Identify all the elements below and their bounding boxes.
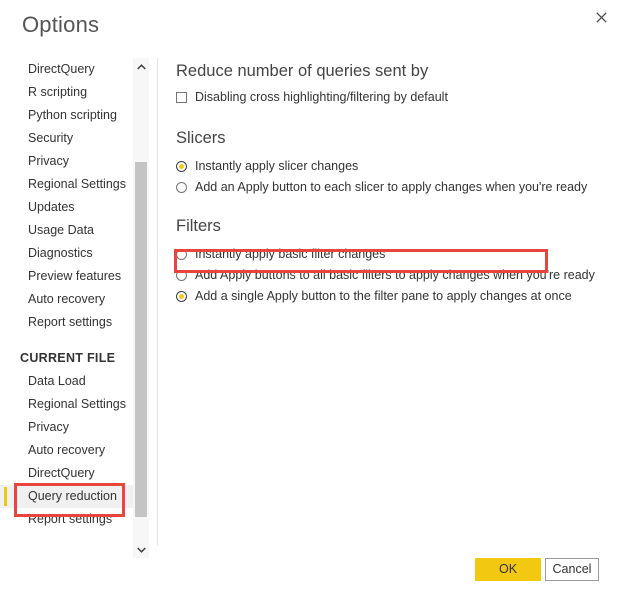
sidebar-item-updates[interactable]: Updates (0, 196, 133, 219)
sidebar-item-label: Auto recovery (28, 443, 106, 457)
radio-icon[interactable] (176, 160, 187, 172)
sidebar-item-regional-settings[interactable]: Regional Settings (0, 173, 133, 196)
sidebar-item-python-scripting[interactable]: Python scripting (0, 104, 133, 127)
sidebar-item-label: DirectQuery (28, 466, 95, 480)
sidebar-item-directquery[interactable]: DirectQuery (0, 58, 133, 81)
chevron-up-icon[interactable] (133, 58, 149, 75)
radio-filters-instantly-apply[interactable]: Instantly apply basic filter changes (176, 244, 606, 264)
sidebar-nav[interactable]: DirectQuery R scripting Python scripting… (0, 58, 133, 558)
cancel-button[interactable]: Cancel (545, 558, 599, 581)
sidebar-item-label: Usage Data (28, 223, 95, 237)
sidebar-item-label: Regional Settings (28, 177, 126, 191)
sidebar-item-label: Query reduction (28, 489, 117, 503)
scrollbar-thumb[interactable] (135, 162, 147, 517)
sidebar-item-data-load[interactable]: Data Load (0, 370, 133, 393)
section-heading-filters: Filters (176, 217, 221, 235)
checkbox-disable-cross-highlighting[interactable]: Disabling cross highlighting/filtering b… (176, 87, 606, 107)
checkbox-label: Disabling cross highlighting/filtering b… (195, 90, 448, 104)
options-content-pane: Reduce number of queries sent by Disabli… (176, 58, 606, 306)
sidebar-item-report-settings[interactable]: Report settings (0, 311, 133, 334)
sidebar-item-current-report-settings[interactable]: Report settings (0, 508, 133, 531)
section-heading-slicers: Slicers (176, 129, 226, 147)
sidebar-item-label: Diagnostics (28, 246, 93, 260)
sidebar-item-label: Data Load (28, 374, 86, 388)
sidebar-item-privacy[interactable]: Privacy (0, 150, 133, 173)
radio-label: Instantly apply slicer changes (195, 159, 359, 173)
radio-label: Add a single Apply button to the filter … (195, 289, 572, 303)
ok-button[interactable]: OK (475, 558, 541, 581)
sidebar-item-query-reduction[interactable]: Query reduction (0, 485, 133, 508)
page-title: Options (22, 12, 100, 37)
radio-filters-apply-buttons-all[interactable]: Add Apply buttons to all basic filters t… (176, 265, 606, 285)
sidebar-item-label: Regional Settings (28, 397, 126, 411)
sidebar-item-preview-features[interactable]: Preview features (0, 265, 133, 288)
radio-slicers-instantly-apply[interactable]: Instantly apply slicer changes (176, 156, 606, 176)
chevron-down-icon[interactable] (133, 541, 149, 558)
sidebar-item-label: R scripting (28, 85, 88, 99)
radio-filters-single-apply-button[interactable]: Add a single Apply button to the filter … (176, 286, 606, 306)
sidebar-item-auto-recovery[interactable]: Auto recovery (0, 288, 133, 311)
sidebar-item-security[interactable]: Security (0, 127, 133, 150)
radio-icon[interactable] (176, 290, 187, 302)
sidebar-item-current-auto-recovery[interactable]: Auto recovery (0, 439, 133, 462)
sidebar-item-label: Preview features (28, 269, 122, 283)
radio-label: Add Apply buttons to all basic filters t… (195, 268, 595, 282)
sidebar-item-label: Report settings (28, 315, 113, 329)
sidebar-item-label: Privacy (28, 420, 69, 434)
radio-slicers-apply-button[interactable]: Add an Apply button to each slicer to ap… (176, 177, 606, 197)
sidebar-item-label: Python scripting (28, 108, 117, 122)
sidebar-group-header-current-file: CURRENT FILE (20, 351, 116, 365)
radio-label: Instantly apply basic filter changes (195, 247, 386, 261)
pane-divider (157, 58, 158, 545)
radio-label: Add an Apply button to each slicer to ap… (195, 180, 588, 194)
sidebar-item-label: Auto recovery (28, 292, 106, 306)
checkbox-icon[interactable] (176, 91, 187, 103)
close-icon[interactable] (584, 2, 618, 32)
sidebar-item-usage-data[interactable]: Usage Data (0, 219, 133, 242)
radio-icon[interactable] (176, 248, 187, 260)
sidebar-item-diagnostics[interactable]: Diagnostics (0, 242, 133, 265)
section-heading-reduce-queries: Reduce number of queries sent by (176, 62, 429, 80)
sidebar-item-current-privacy[interactable]: Privacy (0, 416, 133, 439)
sidebar-item-current-regional-settings[interactable]: Regional Settings (0, 393, 133, 416)
sidebar-item-label: Security (28, 131, 74, 145)
sidebar-scrollbar[interactable] (133, 58, 149, 558)
sidebar-item-label: Privacy (28, 154, 69, 168)
radio-icon[interactable] (176, 181, 187, 193)
sidebar-item-label: Updates (28, 200, 75, 214)
radio-icon[interactable] (176, 269, 187, 281)
sidebar-item-r-scripting[interactable]: R scripting (0, 81, 133, 104)
sidebar-item-label: DirectQuery (28, 62, 95, 76)
sidebar-item-current-directquery[interactable]: DirectQuery (0, 462, 133, 485)
sidebar-item-label: Report settings (28, 512, 113, 526)
